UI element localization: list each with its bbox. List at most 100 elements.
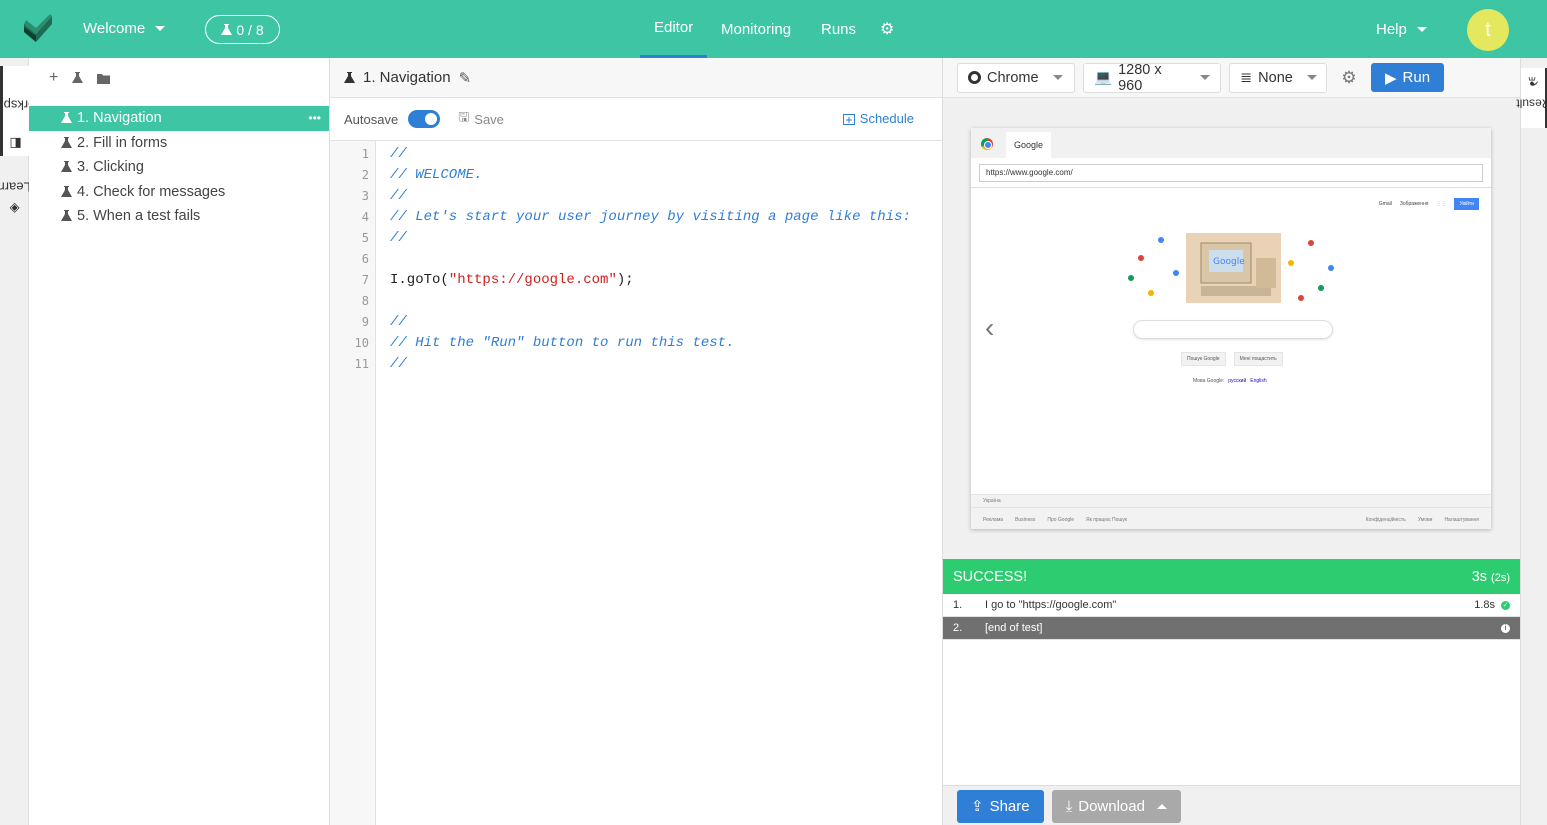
footer-link: Business: [1015, 517, 1036, 523]
google-search-box: [1133, 320, 1333, 339]
test-label: 2. Fill in forms: [77, 134, 168, 151]
line-number: 7: [361, 273, 369, 287]
tab-learn-label: Learn: [0, 179, 31, 195]
table-row[interactable]: 1. I go to "https://google.com" 1.8s ✓: [943, 594, 1520, 617]
play-icon: ▶: [1385, 69, 1397, 87]
editor-toolbar: Autosave 🖫 Save Schedule: [330, 98, 942, 141]
total-time: 3s: [1471, 568, 1488, 585]
download-button[interactable]: ⤓ Download: [1051, 789, 1181, 823]
gear-icon[interactable]: ⚙: [1335, 63, 1363, 93]
test-tree-panel: + 1. Navigation ••• 2. Fill in forms 3. …: [29, 58, 330, 825]
list-item[interactable]: 5. When a test fails: [29, 204, 329, 229]
browser-select[interactable]: Chrome: [957, 62, 1075, 93]
step-text: I go to "https://google.com": [985, 599, 1117, 611]
line-number-gutter: 1 2 3 4 5 6 7 8 9 10 11: [330, 141, 376, 825]
line-number: 10: [354, 336, 369, 350]
footer-link: Конфіденційність: [1365, 517, 1406, 523]
workspace-icon: ◧: [9, 136, 23, 152]
line-number: 11: [354, 357, 369, 371]
flask-icon: [61, 161, 72, 173]
total-time-sub: (2s): [1491, 571, 1510, 584]
run-button[interactable]: ▶ Run: [1371, 63, 1445, 92]
line-number: 5: [361, 231, 369, 245]
gear-icon[interactable]: ⚙: [866, 0, 908, 58]
tab-learn[interactable]: ◈ Learn: [0, 162, 31, 222]
flask-icon: [61, 185, 72, 197]
save-label: Save: [474, 111, 504, 127]
code-line: //: [390, 356, 407, 372]
pencil-icon[interactable]: ✎: [459, 69, 472, 87]
avatar[interactable]: t: [1467, 9, 1509, 51]
test-label: 3. Clicking: [77, 159, 144, 176]
share-icon: ⇪: [971, 798, 984, 815]
flask-icon: [344, 71, 355, 83]
footer-link: Про Google: [1047, 517, 1075, 523]
schedule-label: Schedule: [859, 111, 914, 126]
list-item[interactable]: 2. Fill in forms: [29, 131, 329, 156]
app-logo-icon[interactable]: [22, 14, 54, 44]
test-counter-badge[interactable]: 0 / 8: [205, 15, 280, 44]
project-selector[interactable]: Welcome: [83, 20, 166, 37]
database-icon: ≣: [1240, 69, 1253, 86]
footer-country: Україна: [971, 495, 1491, 508]
chrome-icon: [981, 138, 993, 150]
list-item[interactable]: 4. Check for messages: [29, 180, 329, 205]
new-test-flask-icon[interactable]: [72, 72, 84, 84]
flask-icon: [61, 136, 72, 148]
location-select[interactable]: ≣ None: [1229, 62, 1327, 93]
autosave-toggle[interactable]: [408, 110, 441, 128]
code-area[interactable]: // // WELCOME. // // Let's start your us…: [390, 141, 911, 375]
step-number: 2.: [953, 622, 963, 634]
footer-links: Реклама Business Про Google Як працює По…: [983, 517, 1479, 523]
code-line: I.goTo("https://google.com");: [390, 270, 911, 291]
check-circle-icon: ✓: [1501, 600, 1510, 610]
editor-title-bar: 1. Navigation ✎: [330, 58, 942, 98]
list-item[interactable]: 1. Navigation •••: [29, 106, 329, 131]
step-number: 1.: [953, 599, 963, 611]
folder-icon[interactable]: [97, 73, 111, 84]
calendar-plus-icon: [842, 113, 855, 125]
code-line: //: [390, 230, 407, 246]
code-line: //: [390, 188, 407, 204]
chevron-left-icon: ‹: [985, 312, 995, 343]
table-row[interactable]: 2. [end of test] i: [943, 617, 1520, 640]
result-empty-area: [943, 640, 1520, 786]
nav-editor[interactable]: Editor: [640, 0, 708, 58]
tab-workspace[interactable]: ◧ Workspace: [0, 66, 48, 156]
line-number: 9: [361, 315, 369, 329]
google-footer: Україна Реклама Business Про Google Як п…: [971, 494, 1491, 529]
chevron-down-icon: [1052, 75, 1063, 80]
line-number: 1: [361, 147, 369, 161]
nav-monitoring[interactable]: Monitoring: [707, 0, 805, 58]
tab-result[interactable]: ⚗ Result: [1516, 68, 1547, 128]
left-side-tabs: ◧ Workspace ◈ Learn: [0, 58, 48, 825]
more-options-icon[interactable]: •••: [308, 111, 321, 125]
feeling-lucky-button: Мені пощастить: [1233, 352, 1283, 366]
nav-runs[interactable]: Runs: [807, 0, 870, 58]
browser-tab: Google: [1006, 132, 1052, 158]
result-status: SUCCESS!: [953, 568, 1028, 585]
runner-toolbar: Chrome 💻 1280 x 960 ≣ None ⚙ ▶ Run: [943, 58, 1520, 98]
step-text: [end of test]: [985, 622, 1043, 634]
list-item[interactable]: 3. Clicking: [29, 155, 329, 180]
info-icon[interactable]: i: [1501, 623, 1510, 633]
share-button[interactable]: ⇪ Share: [957, 789, 1044, 823]
help-label: Help: [1376, 21, 1407, 38]
result-actions: ⇪ Share ⤓ Download: [943, 787, 1520, 825]
help-menu[interactable]: Help: [1376, 21, 1427, 38]
flask-icon: [61, 210, 72, 222]
test-counter-value: 0 / 8: [236, 21, 264, 38]
browser-address-bar: https://www.google.com/: [971, 158, 1491, 188]
footer-link: Налаштування: [1444, 517, 1479, 523]
project-name: Welcome: [83, 20, 146, 37]
schedule-button[interactable]: Schedule: [842, 111, 914, 126]
apps-grid-icon: ⋮⋮: [1436, 201, 1447, 207]
chevron-down-icon: [1200, 75, 1210, 80]
save-button[interactable]: 🖫 Save: [458, 108, 504, 130]
download-icon: ⤓: [1065, 797, 1073, 815]
chrome-icon: [968, 71, 981, 84]
result-panel: SUCCESS! 3s (2s) 1. I go to "https://goo…: [943, 559, 1520, 786]
resolution-select[interactable]: 💻 1280 x 960: [1083, 62, 1221, 94]
add-icon[interactable]: +: [49, 69, 58, 87]
line-number: 2: [361, 168, 369, 182]
